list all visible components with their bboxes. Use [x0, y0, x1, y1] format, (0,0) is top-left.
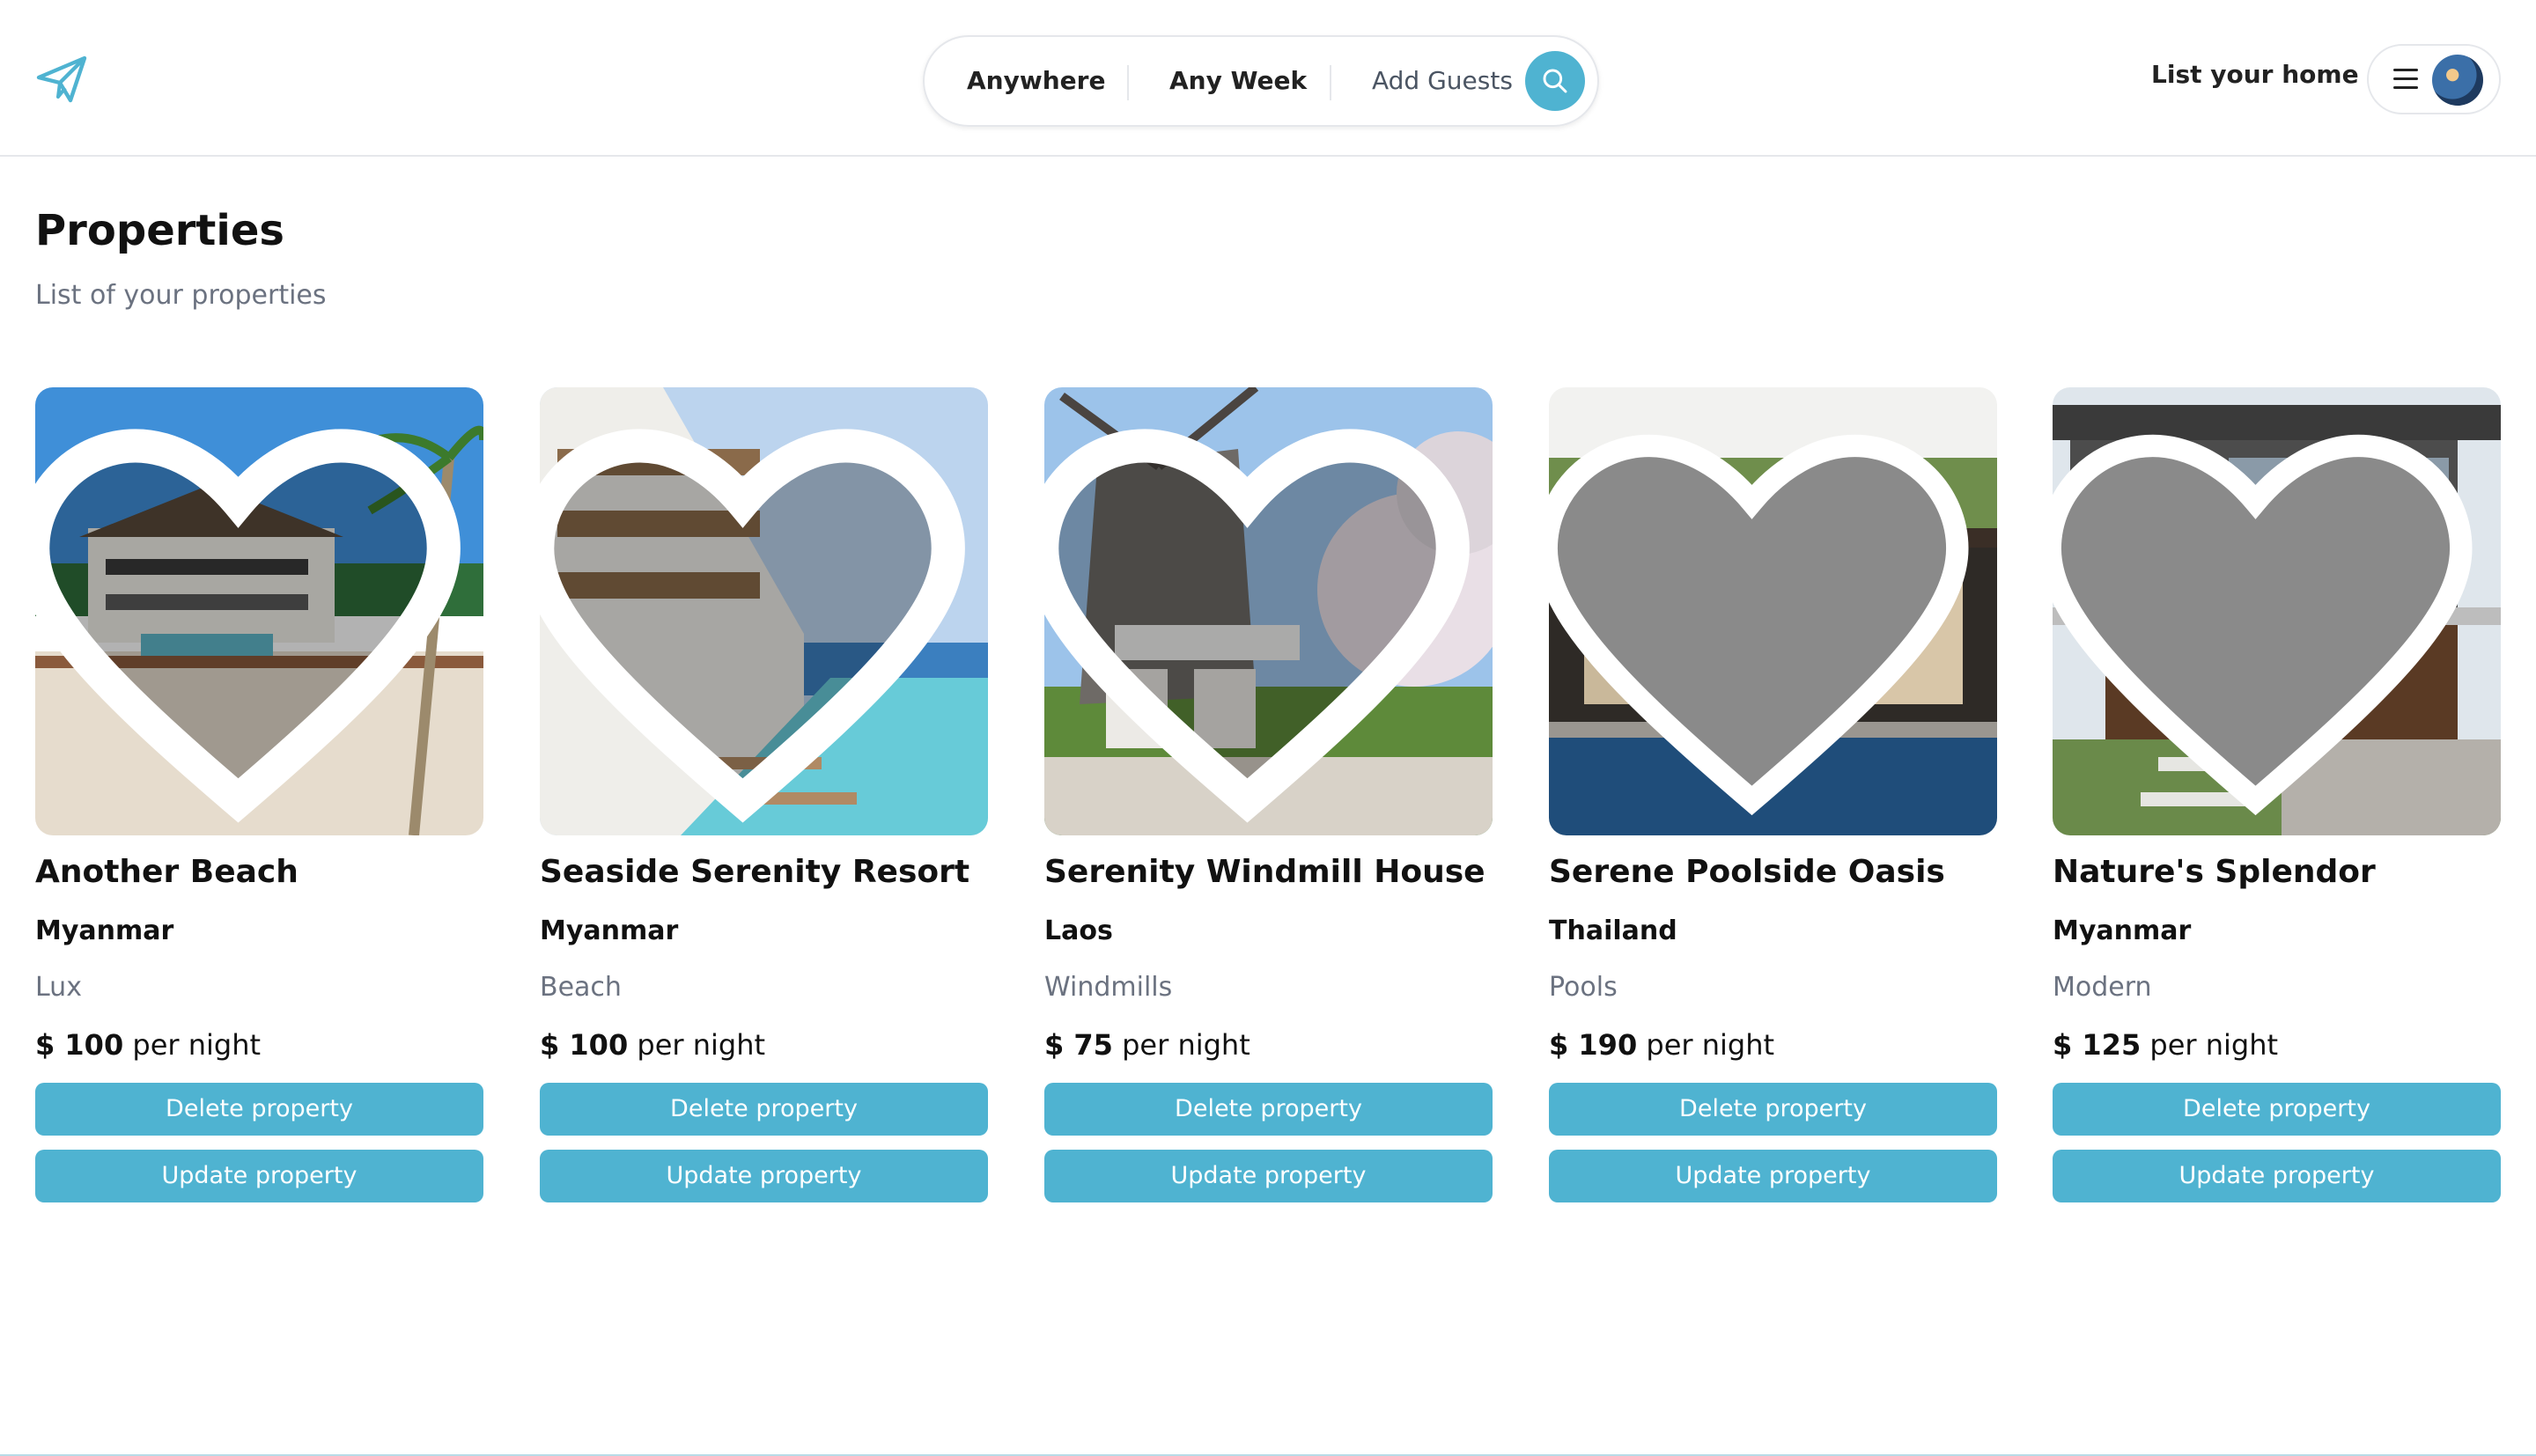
property-price: $ 75 per night — [1044, 1028, 1250, 1062]
price-amount: $ 75 — [1044, 1028, 1113, 1062]
price-suffix: per night — [132, 1028, 262, 1062]
search-where[interactable]: Anywhere — [967, 37, 1105, 125]
property-name: Serene Poolside Oasis — [1549, 854, 1945, 890]
search-bar[interactable]: Anywhere Any Week Add Guests — [923, 35, 1599, 127]
property-card[interactable]: Nature's Splendor Myanmar Modern $ 125 p… — [2053, 387, 2501, 1204]
property-price: $ 100 per night — [35, 1028, 261, 1062]
price-amount: $ 190 — [1549, 1028, 1638, 1062]
favorite-heart-icon[interactable] — [1044, 408, 1471, 835]
avatar — [2432, 55, 2483, 106]
delete-property-button[interactable]: Delete property — [540, 1083, 988, 1136]
property-location: Myanmar — [2053, 916, 2192, 946]
property-category: Pools — [1549, 972, 1618, 1003]
property-location: Myanmar — [35, 916, 174, 946]
update-property-button[interactable]: Update property — [35, 1150, 483, 1202]
update-property-button[interactable]: Update property — [2053, 1150, 2501, 1202]
property-category: Modern — [2053, 972, 2152, 1003]
property-price: $ 125 per night — [2053, 1028, 2278, 1062]
delete-property-button[interactable]: Delete property — [35, 1083, 483, 1136]
user-menu-button[interactable] — [2367, 44, 2501, 114]
property-image[interactable] — [1044, 387, 1493, 835]
favorite-heart-icon[interactable] — [1549, 408, 1976, 835]
list-your-home-link[interactable]: List your home — [2151, 60, 2359, 89]
price-suffix: per night — [2149, 1028, 2279, 1062]
page-title: Properties — [35, 206, 284, 255]
property-name: Serenity Windmill House — [1044, 854, 1485, 890]
price-amount: $ 100 — [35, 1028, 124, 1062]
property-category: Windmills — [1044, 972, 1173, 1003]
search-button[interactable] — [1525, 51, 1585, 111]
favorite-heart-icon[interactable] — [540, 408, 967, 835]
property-price: $ 100 per night — [540, 1028, 765, 1062]
property-image[interactable] — [540, 387, 988, 835]
property-name: Nature's Splendor — [2053, 854, 2376, 890]
price-suffix: per night — [1646, 1028, 1775, 1062]
price-suffix: per night — [1122, 1028, 1250, 1062]
hamburger-icon — [2393, 69, 2418, 90]
property-location: Laos — [1044, 916, 1113, 946]
price-amount: $ 125 — [2053, 1028, 2142, 1062]
favorite-heart-icon[interactable] — [35, 408, 462, 835]
favorite-heart-icon[interactable] — [2053, 408, 2480, 835]
update-property-button[interactable]: Update property — [1549, 1150, 1997, 1202]
search-divider — [1330, 65, 1331, 100]
search-icon — [1543, 69, 1567, 93]
delete-property-button[interactable]: Delete property — [1549, 1083, 1997, 1136]
property-price: $ 190 per night — [1549, 1028, 1774, 1062]
navbar: Anywhere Any Week Add Guests List your h… — [0, 0, 2536, 157]
property-card[interactable]: Serene Poolside Oasis Thailand Pools $ 1… — [1549, 387, 1997, 1204]
price-amount: $ 100 — [540, 1028, 629, 1062]
property-category: Lux — [35, 972, 82, 1003]
search-guests[interactable]: Add Guests — [1372, 37, 1513, 125]
property-location: Thailand — [1549, 916, 1677, 946]
property-location: Myanmar — [540, 916, 679, 946]
property-image[interactable] — [1549, 387, 1997, 835]
update-property-button[interactable]: Update property — [1044, 1150, 1493, 1202]
search-when[interactable]: Any Week — [1169, 37, 1307, 125]
property-card[interactable]: Another Beach Myanmar Lux $ 100 per nigh… — [35, 387, 483, 1204]
property-name: Another Beach — [35, 854, 299, 890]
delete-property-button[interactable]: Delete property — [2053, 1083, 2501, 1136]
delete-property-button[interactable]: Delete property — [1044, 1083, 1493, 1136]
price-suffix: per night — [637, 1028, 766, 1062]
property-card[interactable]: Serenity Windmill House Laos Windmills $… — [1044, 387, 1493, 1204]
update-property-button[interactable]: Update property — [540, 1150, 988, 1202]
paper-plane-icon[interactable] — [35, 55, 88, 104]
property-image[interactable] — [35, 387, 483, 835]
property-image[interactable] — [2053, 387, 2501, 835]
property-card[interactable]: Seaside Serenity Resort Myanmar Beach $ … — [540, 387, 988, 1204]
search-divider — [1127, 65, 1129, 100]
property-name: Seaside Serenity Resort — [540, 854, 970, 890]
property-category: Beach — [540, 972, 622, 1003]
page-subtitle: List of your properties — [35, 280, 327, 311]
